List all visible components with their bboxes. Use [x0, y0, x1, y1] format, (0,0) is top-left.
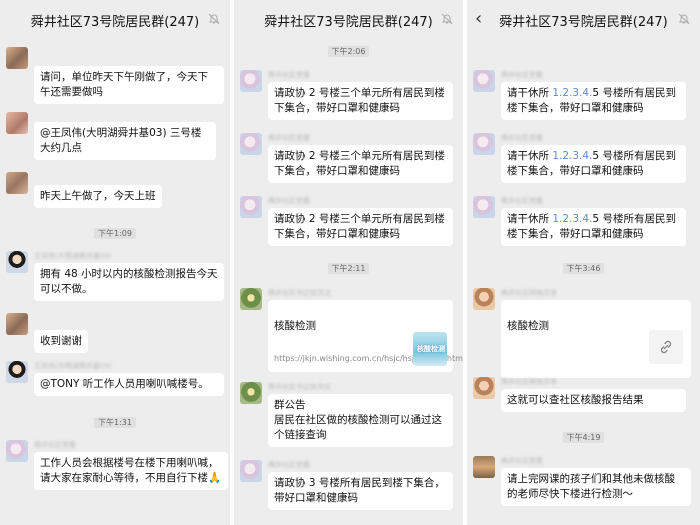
avatar[interactable]: [6, 172, 28, 194]
avatar[interactable]: [240, 382, 262, 404]
message-bubble[interactable]: 请上完网课的孩子们和其他未做核酸的老师尽快下楼进行检测～: [501, 468, 691, 506]
chat-panel-1: 舜井社区73号院居民群(247) 请问，单位昨天下午刚做了，今天下午还需要做吗 …: [0, 0, 230, 525]
sender-name: 舜井社区党委: [501, 197, 543, 205]
message-bubble[interactable]: 工作人员会根据楼号在楼下用喇叭喊，请大家在家耐心等待，不用自行下楼🙏: [34, 452, 228, 490]
avatar[interactable]: [473, 196, 495, 218]
message-bubble[interactable]: 昨天上午做了，今天上班: [34, 185, 162, 208]
sender-name: 舜井社区党委: [501, 457, 543, 465]
sender-name: 王凤伟(大明湖舜井基03): [34, 362, 112, 370]
link-card-thumbnail: 核酸检测: [413, 332, 447, 366]
avatar[interactable]: [473, 70, 495, 92]
sender-name: 舜井社区党委: [268, 197, 310, 205]
avatar[interactable]: [6, 251, 28, 273]
sender-name: 舜井社区党委: [268, 134, 310, 142]
link-card[interactable]: 核酸检测 https://jkjn.wishing.com.cn/hsjc/hs…: [268, 300, 463, 372]
avatar[interactable]: [240, 288, 262, 310]
timestamp: 下午1:09: [0, 228, 230, 239]
message-bubble[interactable]: 请干休所 1.2.3.4.5 号楼所有居民到楼下集合，带好口罩和健康码: [501, 82, 686, 120]
message-bubble[interactable]: 拥有 48 小时以内的核酸检测报告今天可以不做。: [34, 263, 224, 301]
message-bubble[interactable]: 请干休所 1.2.3.4.5 号楼所有居民到楼下集合，带好口罩和健康码: [501, 208, 686, 246]
back-arrow-icon[interactable]: ‹: [475, 9, 482, 29]
chat-panel-3: ‹ 舜井社区73号院居民群(247) 舜井社区党委 请干休所 1.2.3.4.5…: [467, 0, 700, 525]
sender-name: 舜井社区党委: [268, 71, 310, 79]
group-title: 舜井社区73号院居民群(247): [499, 14, 668, 30]
message-bubble[interactable]: @TONY 听工作人员用喇叭喊楼号。: [34, 373, 224, 396]
group-title: 舜井社区73号院居民群(247): [264, 14, 433, 30]
chat-panel-2: 舜井社区73号院居民群(247) 下午2:06 舜井社区党委 请政协 2 号楼三…: [234, 0, 463, 525]
sender-name: 舜井社区党委: [268, 461, 310, 469]
message-bubble[interactable]: 请政协 2 号楼三个单元所有居民到楼下集合，带好口罩和健康码: [268, 145, 453, 183]
message-bubble[interactable]: 请问，单位昨天下午刚做了，今天下午还需要做吗: [34, 66, 224, 104]
avatar[interactable]: [6, 47, 28, 69]
chat-header: 舜井社区73号院居民群(247): [0, 0, 230, 40]
message-bubble[interactable]: 请政协 3 号楼所有居民到楼下集合，带好口罩和健康码: [268, 472, 453, 510]
message-bubble[interactable]: 收到谢谢: [34, 330, 88, 353]
avatar[interactable]: [240, 70, 262, 92]
avatar[interactable]: [240, 196, 262, 218]
mute-bell-icon: [441, 13, 453, 25]
group-title: 舜井社区73号院居民群(247): [30, 14, 200, 30]
avatar[interactable]: [6, 440, 28, 462]
timestamp: 下午4:19: [467, 432, 700, 443]
message-feed[interactable]: 舜井社区党委 请干休所 1.2.3.4.5 号楼所有居民到楼下集合，带好口罩和健…: [467, 40, 700, 525]
avatar[interactable]: [473, 288, 495, 310]
message-feed[interactable]: 下午2:06 舜井社区党委 请政协 2 号楼三个单元所有居民到楼下集合，带好口罩…: [234, 40, 463, 525]
avatar[interactable]: [473, 377, 495, 399]
sender-name: 舜井社区书记张洪文: [268, 383, 331, 391]
sender-name: 舜井社区党委: [501, 134, 543, 142]
message-bubble[interactable]: 群公告 居民在社区做的核酸检测可以通过这个链接查询: [268, 394, 453, 447]
sender-name: 舜井社区网格员李: [501, 289, 557, 297]
link-card-url: https://jkjn.wishing.com.cn/hsjc/hsjc_in…: [274, 354, 463, 363]
chat-header: ‹ 舜井社区73号院居民群(247): [467, 0, 700, 40]
link-card[interactable]: 核酸检测: [501, 300, 691, 378]
message-bubble[interactable]: 请干休所 1.2.3.4.5 号楼所有居民到楼下集合，带好口罩和健康码: [501, 145, 686, 183]
sender-name: 舜井社区书记张洪文: [268, 289, 331, 297]
avatar[interactable]: [6, 361, 28, 383]
avatar[interactable]: [240, 133, 262, 155]
message-feed[interactable]: 请问，单位昨天下午刚做了，今天下午还需要做吗 @王凤伟(大明湖舜井基03) 三号…: [0, 40, 230, 525]
avatar[interactable]: [473, 133, 495, 155]
message-bubble[interactable]: 请政协 2 号楼三个单元所有居民到楼下集合，带好口罩和健康码: [268, 82, 453, 120]
mute-bell-icon: [208, 13, 220, 25]
message-bubble[interactable]: 这就可以查社区核酸报告结果: [501, 389, 686, 412]
link-icon: [649, 330, 683, 364]
sender-name: 王凤伟(大明湖舜井基03): [34, 252, 112, 260]
sender-name: 舜井社区党委: [501, 71, 543, 79]
avatar[interactable]: [473, 456, 495, 478]
message-bubble[interactable]: @王凤伟(大明湖舜井基03) 三号楼大约几点: [34, 122, 216, 160]
avatar[interactable]: [6, 112, 28, 134]
timestamp: 下午2:06: [234, 46, 463, 57]
timestamp: 下午2:11: [234, 263, 463, 274]
chat-header: 舜井社区73号院居民群(247): [234, 0, 463, 40]
timestamp: 下午3:46: [467, 263, 700, 274]
sender-name: 舜井社区党委: [34, 441, 76, 449]
sender-name: 舜井社区网格员李: [501, 378, 557, 386]
avatar[interactable]: [240, 460, 262, 482]
avatar[interactable]: [6, 313, 28, 335]
mute-bell-icon: [678, 13, 690, 25]
timestamp: 下午1:31: [0, 417, 230, 428]
message-bubble[interactable]: 请政协 2 号楼三个单元所有居民到楼下集合，带好口罩和健康码: [268, 208, 453, 246]
